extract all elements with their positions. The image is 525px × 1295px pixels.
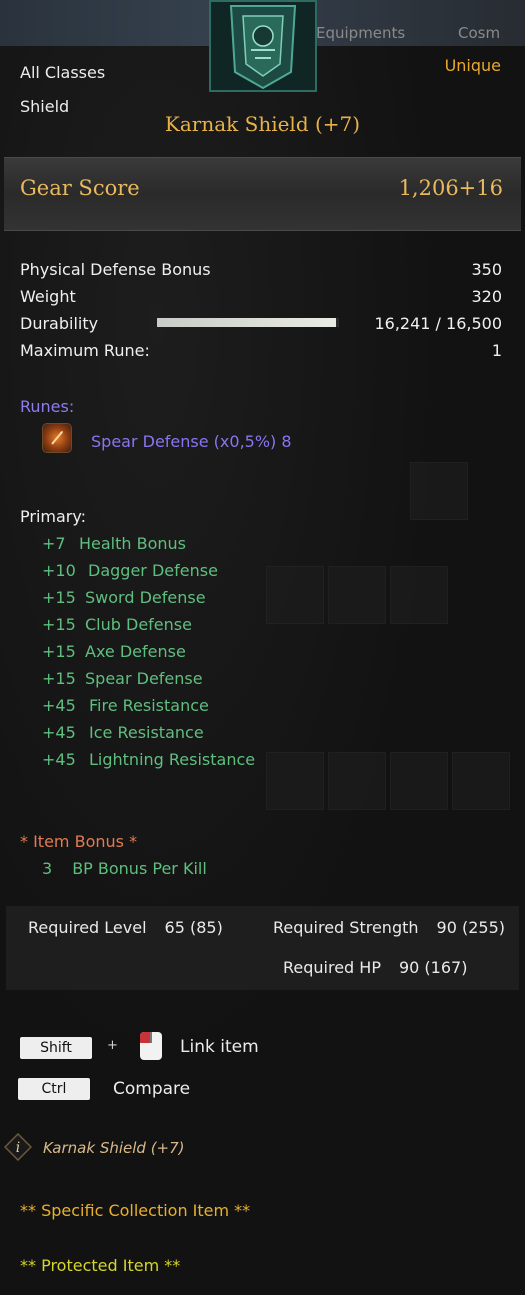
info-icon[interactable]: i: [3, 1132, 33, 1162]
mouse-left-click-icon: [140, 1032, 162, 1060]
requirements-panel: Required Level 65 (85) Required Strength 9…: [6, 906, 519, 990]
required-hp-label: Required HP: [283, 958, 381, 977]
stat-value: 1: [491, 341, 502, 360]
primary-stat-row: +15 Sword Defense: [42, 588, 206, 610]
primary-stat-name: Fire Resistance: [89, 696, 209, 715]
compare-hint: Compare: [113, 1079, 191, 1099]
primary-stat-amount: +45: [42, 723, 76, 742]
primary-stat-row: +7 Health Bonus: [42, 534, 186, 556]
info-item-name: Karnak Shield (+7): [43, 1139, 185, 1157]
plus-sign: +: [107, 1038, 118, 1053]
primary-stat-name: Axe Defense: [85, 642, 186, 661]
primary-stat-name: Lightning Resistance: [89, 750, 256, 769]
rune-effect: Spear Defense (x0,5%) 8: [91, 432, 292, 451]
item-grade: Unique: [444, 56, 501, 75]
required-level-label: Required Level: [28, 918, 147, 937]
item-bonus-amount: 3: [42, 859, 53, 878]
primary-stat-name: Dagger Defense: [88, 561, 218, 580]
required-level-value: 65 (85): [164, 918, 223, 937]
stat-label: Maximum Rune:: [20, 341, 150, 360]
spear-rune-icon[interactable]: [42, 423, 72, 453]
stat-label: Durability: [20, 314, 99, 333]
durability-bar-fill: [157, 318, 337, 327]
required-level: Required Level 65 (85): [28, 918, 223, 937]
primary-stat-row: +10 Dagger Defense: [42, 561, 218, 583]
primary-stat-row: +45 Lightning Resistance: [42, 750, 255, 772]
primary-title: Primary:: [20, 507, 87, 526]
item-bonus-title: * Item Bonus *: [20, 832, 138, 851]
required-hp-value: 90 (167): [398, 958, 468, 977]
primary-stat-amount: +15: [42, 588, 76, 607]
item-tooltip: All Classes Shield Unique Karnak Shield …: [0, 0, 525, 1295]
primary-stat-amount: +45: [42, 696, 76, 715]
stat-value: 350: [471, 260, 502, 279]
shift-key: Shift: [20, 1037, 92, 1059]
stat-label: Weight: [20, 287, 76, 306]
primary-stat-row: +15 Club Defense: [42, 615, 192, 637]
primary-stat-amount: +10: [42, 561, 76, 580]
primary-stat-name: Spear Defense: [85, 669, 203, 688]
primary-stat-amount: +15: [42, 669, 76, 688]
stat-value: 320: [471, 287, 502, 306]
stat-durability: Durability 16,241 / 16,500: [20, 314, 502, 336]
primary-stat-name: Club Defense: [85, 615, 192, 634]
primary-stat-row: +45 Ice Resistance: [42, 723, 204, 745]
collection-item-label: ** Specific Collection Item **: [20, 1201, 251, 1220]
runes-title: Runes:: [20, 397, 75, 416]
primary-stat-name: Ice Resistance: [89, 723, 204, 742]
stat-value: 16,241 / 16,500: [374, 314, 502, 333]
primary-stat-row: +15 Spear Defense: [42, 669, 203, 691]
gear-score-bar: Gear Score 1,206+16: [4, 157, 521, 231]
stat-label: Physical Defense Bonus: [20, 260, 211, 279]
protected-item-label: ** Protected Item **: [20, 1256, 181, 1275]
stat-weight: Weight 320: [20, 287, 502, 309]
svg-text:i: i: [16, 1140, 20, 1156]
primary-stat-amount: +15: [42, 615, 76, 634]
stat-physical-defense: Physical Defense Bonus 350: [20, 260, 502, 282]
required-strength: Required Strength 90 (255): [273, 918, 505, 937]
durability-bar: [157, 318, 339, 327]
class-restriction: All Classes: [20, 63, 106, 82]
primary-stat-amount: +7: [42, 534, 66, 553]
primary-stat-name: Sword Defense: [85, 588, 206, 607]
stat-max-rune: Maximum Rune: 1: [20, 341, 502, 363]
required-strength-value: 90 (255): [436, 918, 505, 937]
required-hp: Required HP 90 (167): [283, 958, 467, 977]
gear-score-value: 1,206+16: [398, 176, 503, 200]
gear-score-label: Gear Score: [20, 176, 140, 200]
shield-item-icon: [209, 0, 317, 92]
required-strength-label: Required Strength: [273, 918, 419, 937]
primary-stat-row: +45 Fire Resistance: [42, 696, 209, 718]
item-bonus-row: 3 BP Bonus Per Kill: [42, 859, 207, 878]
primary-stat-amount: +45: [42, 750, 76, 769]
primary-stat-name: Health Bonus: [79, 534, 187, 553]
ctrl-key: Ctrl: [18, 1078, 90, 1100]
link-item-hint: Link item: [180, 1037, 259, 1057]
primary-stat-row: +15 Axe Defense: [42, 642, 186, 664]
item-name: Karnak Shield (+7): [164, 112, 361, 136]
item-bonus-name: BP Bonus Per Kill: [72, 859, 207, 878]
primary-stat-amount: +15: [42, 642, 76, 661]
